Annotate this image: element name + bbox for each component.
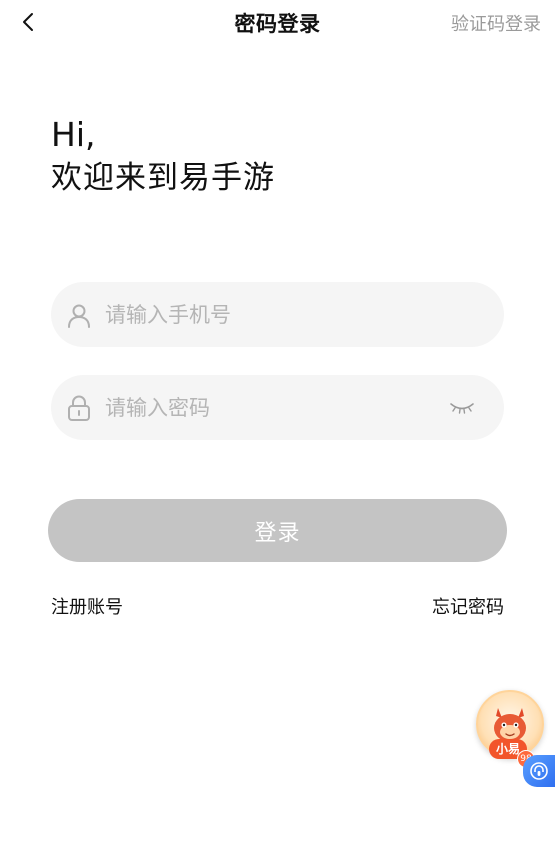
greeting-welcome: 欢迎来到易手游: [51, 160, 275, 196]
password-field[interactable]: [51, 375, 504, 440]
greeting: Hi, 欢迎来到易手游: [51, 114, 275, 200]
phone-field[interactable]: [51, 282, 504, 347]
eye-closed-icon[interactable]: [448, 397, 476, 419]
lock-icon: [65, 394, 93, 422]
greeting-hi: Hi,: [51, 115, 96, 154]
register-link[interactable]: 注册账号: [51, 593, 123, 619]
password-input[interactable]: [105, 375, 435, 440]
phone-input[interactable]: [105, 282, 435, 347]
headset-icon: [530, 762, 548, 780]
top-bar: 密码登录 验证码登录: [0, 0, 555, 48]
login-button[interactable]: 登录: [48, 499, 507, 562]
forgot-password-link[interactable]: 忘记密码: [432, 593, 504, 619]
support-float-button[interactable]: [523, 755, 555, 787]
login-page: 密码登录 验证码登录 Hi, 欢迎来到易手游 请输入手机号 登录 注册账号 忘记…: [0, 0, 555, 863]
user-icon: [65, 301, 93, 329]
sms-login-link[interactable]: 验证码登录: [451, 10, 541, 36]
